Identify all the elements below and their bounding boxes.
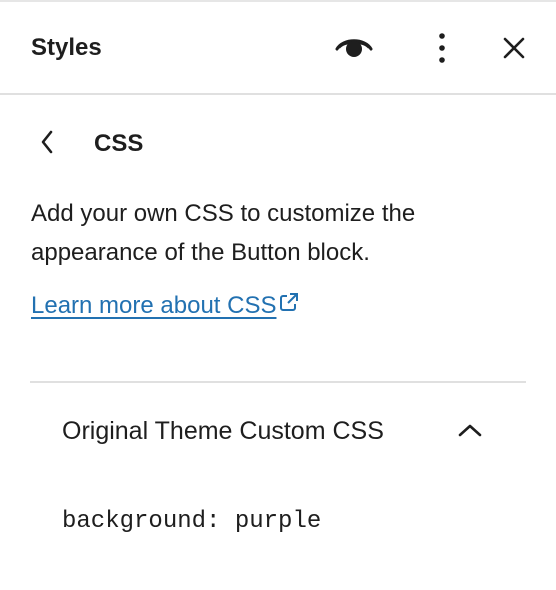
section-divider (30, 381, 526, 383)
more-options-button[interactable] (420, 28, 464, 72)
learn-more-link[interactable]: Learn more about CSS (31, 288, 300, 324)
panel-title: Original Theme Custom CSS (62, 417, 384, 445)
close-button[interactable] (492, 28, 536, 72)
more-vertical-icon (438, 32, 446, 69)
eye-icon (334, 32, 374, 65)
chevron-left-icon (40, 130, 54, 159)
page-title: Styles (31, 34, 102, 61)
close-icon (503, 37, 525, 64)
external-link-icon (276, 288, 300, 324)
panel-toggle[interactable]: Original Theme Custom CSS (30, 402, 526, 460)
description-text: Add your own CSS to customize the appear… (31, 200, 416, 266)
panel-header-bar: Styles (0, 2, 556, 95)
learn-more-label: Learn more about CSS (31, 292, 277, 319)
chevron-up-icon (454, 416, 486, 444)
custom-css-code: background: purple (62, 508, 322, 535)
section-title: CSS (94, 130, 144, 157)
preview-button[interactable] (330, 28, 378, 68)
back-button[interactable] (30, 124, 74, 164)
navigator-row: CSS (30, 124, 143, 164)
